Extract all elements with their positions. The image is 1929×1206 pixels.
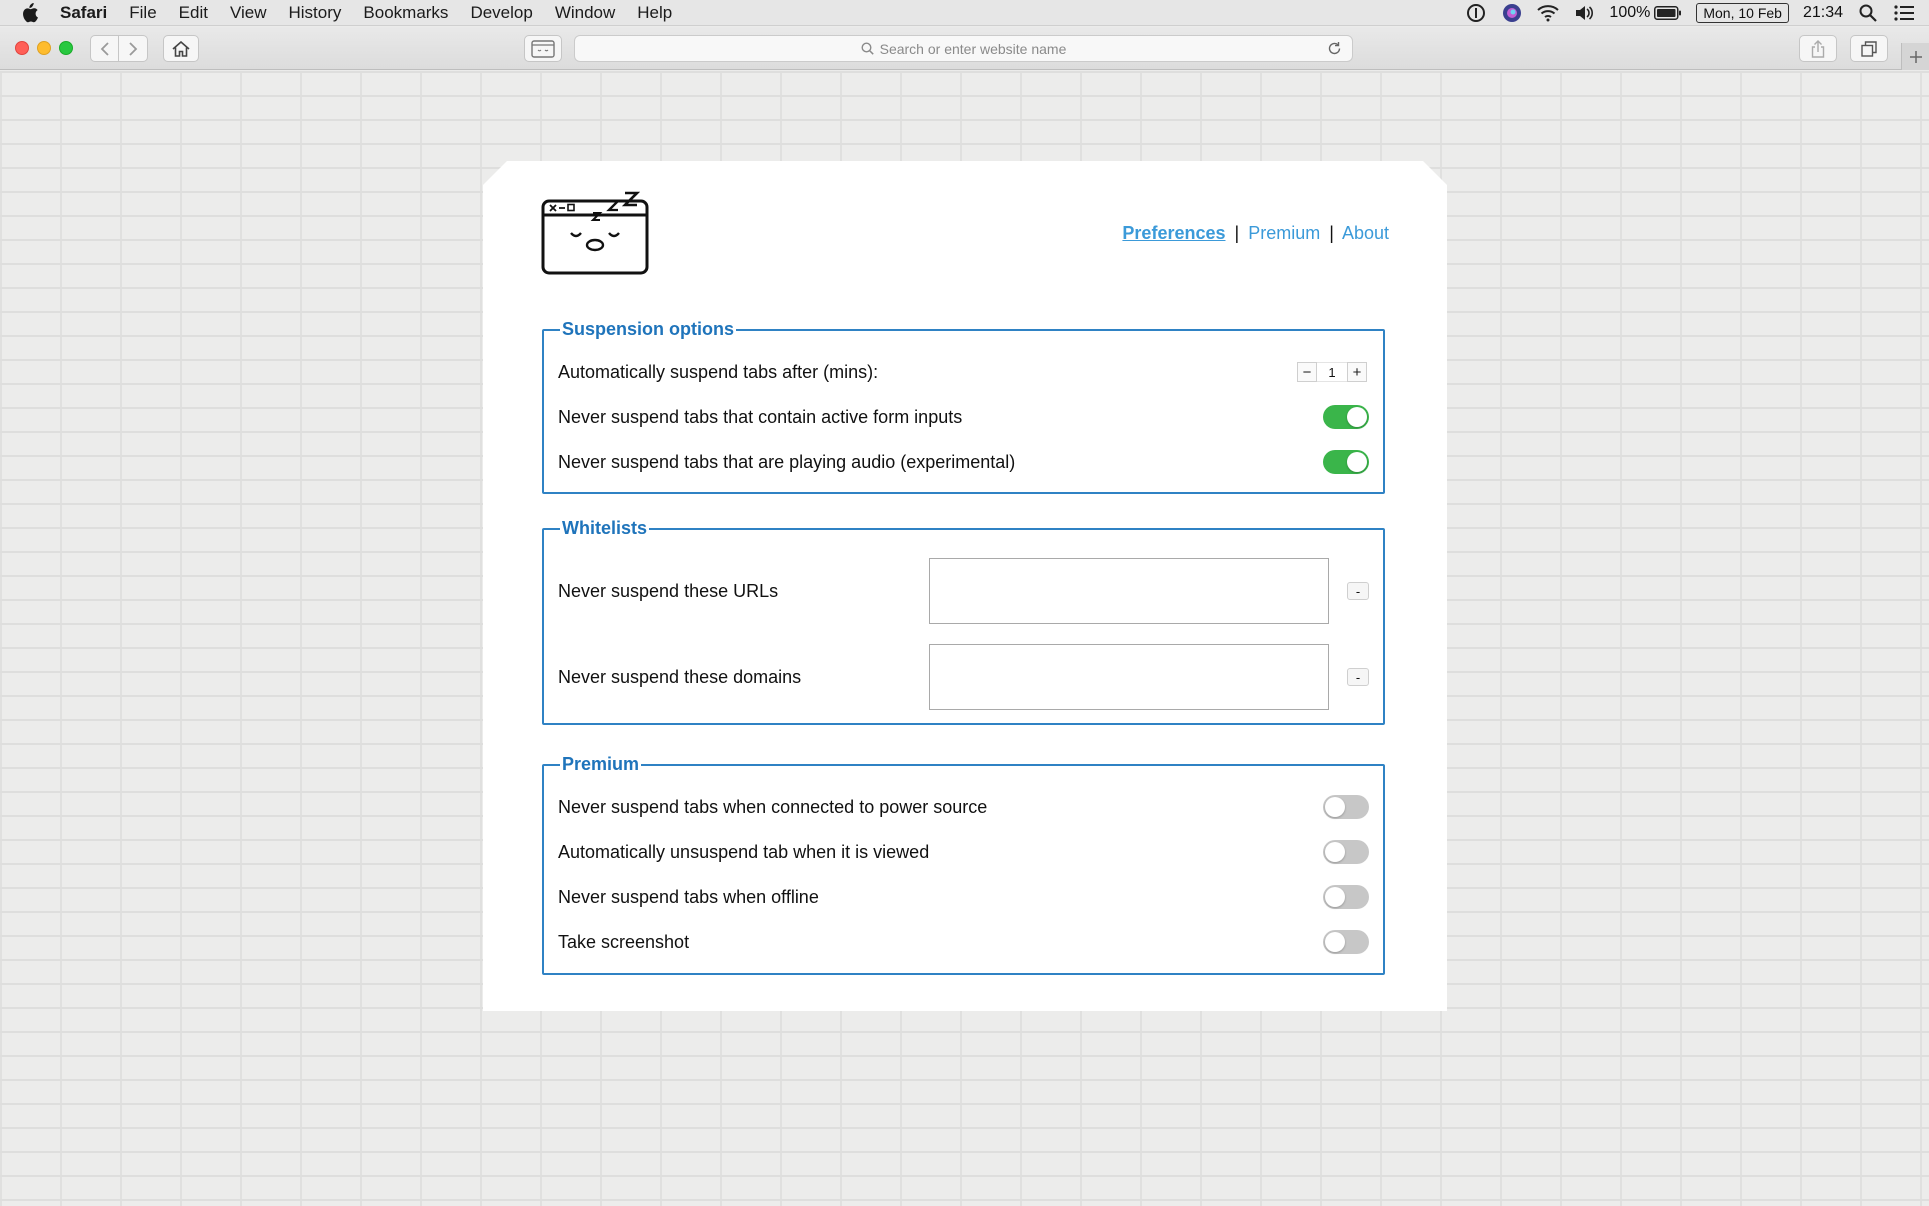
url-whitelist-row: Never suspend these URLs - <box>558 558 1369 624</box>
date-display[interactable]: Mon, 10 Feb <box>1696 3 1789 23</box>
url-whitelist-input[interactable] <box>928 558 1330 624</box>
unsuspend-toggle[interactable] <box>1323 840 1369 864</box>
plus-icon <box>1909 50 1922 63</box>
domain-remove-button[interactable]: - <box>1347 668 1369 686</box>
menu-help[interactable]: Help <box>637 3 672 23</box>
nav-separator: | <box>1234 223 1240 243</box>
show-tabs-button[interactable] <box>1850 35 1888 62</box>
battery-status[interactable]: 100% <box>1609 4 1682 22</box>
url-remove-button[interactable]: - <box>1347 582 1369 600</box>
extension-button[interactable] <box>524 35 562 62</box>
tabs-overview-icon <box>1861 40 1877 57</box>
screenshot-label: Take screenshot <box>558 931 690 952</box>
domain-whitelist-label: Never suspend these domains <box>558 666 802 687</box>
battery-icon <box>1654 6 1682 20</box>
sleeping-tab-logo-icon <box>541 191 649 275</box>
chevron-right-icon <box>129 41 138 56</box>
siri-icon[interactable] <box>1501 2 1523 24</box>
menu-develop[interactable]: Develop <box>470 3 532 23</box>
nav-link-premium[interactable]: Premium <box>1248 223 1320 243</box>
home-button[interactable] <box>163 35 199 62</box>
home-icon <box>172 40 190 57</box>
suspension-options-legend: Suspension options <box>562 319 735 339</box>
onepassword-icon[interactable] <box>1465 2 1487 24</box>
screenshot-toggle[interactable] <box>1323 930 1369 954</box>
power-source-row: Never suspend tabs when connected to pow… <box>558 794 1369 820</box>
wifi-icon[interactable] <box>1537 2 1560 24</box>
whitelists-section: Whitelists Never suspend these URLs - Ne… <box>542 518 1385 725</box>
form-inputs-label: Never suspend tabs that contain active f… <box>558 406 963 427</box>
domain-whitelist-input[interactable] <box>928 644 1330 710</box>
audio-row: Never suspend tabs that are playing audi… <box>558 449 1369 475</box>
offline-label: Never suspend tabs when offline <box>558 886 819 907</box>
settings-card: Preferences | Premium | About Suspension… <box>483 161 1447 1011</box>
menu-window[interactable]: Window <box>555 3 615 23</box>
url-whitelist-label: Never suspend these URLs <box>558 580 779 601</box>
power-source-label: Never suspend tabs when connected to pow… <box>558 796 988 817</box>
reload-icon[interactable] <box>1327 41 1342 59</box>
nav-separator: | <box>1329 223 1334 243</box>
window-close-button[interactable] <box>15 41 29 55</box>
new-tab-button[interactable] <box>1901 43 1929 70</box>
nav-link-about[interactable]: About <box>1342 223 1389 243</box>
search-icon <box>861 42 874 55</box>
premium-legend: Premium <box>562 754 640 774</box>
unsuspend-row: Automatically unsuspend tab when it is v… <box>558 839 1369 865</box>
share-button[interactable] <box>1799 35 1837 62</box>
browser-toolbar: Search or enter website name <box>0 27 1929 70</box>
menu-app-name[interactable]: Safari <box>60 3 107 23</box>
time-display[interactable]: 21:34 <box>1803 4 1843 22</box>
window-maximize-button[interactable] <box>59 41 73 55</box>
menu-view[interactable]: View <box>230 3 267 23</box>
audio-toggle[interactable] <box>1323 450 1369 474</box>
spotlight-search-icon[interactable] <box>1857 2 1879 24</box>
offline-toggle[interactable] <box>1323 885 1369 909</box>
volume-icon[interactable] <box>1573 2 1595 24</box>
menu-file[interactable]: File <box>129 3 156 23</box>
screenshot-row: Take screenshot <box>558 929 1369 955</box>
address-placeholder: Search or enter website name <box>879 40 1067 57</box>
unsuspend-label: Automatically unsuspend tab when it is v… <box>558 841 930 862</box>
premium-section: Premium Never suspend tabs when connecte… <box>542 754 1385 975</box>
battery-percent: 100% <box>1609 4 1651 21</box>
form-inputs-row: Never suspend tabs that contain active f… <box>558 404 1369 430</box>
suspend-after-row: Automatically suspend tabs after (mins):… <box>558 359 1369 385</box>
power-source-toggle[interactable] <box>1323 795 1369 819</box>
form-inputs-toggle[interactable] <box>1323 405 1369 429</box>
menu-edit[interactable]: Edit <box>179 3 208 23</box>
address-bar[interactable]: Search or enter website name <box>574 35 1353 62</box>
header-nav: Preferences | Premium | About <box>1122 223 1389 244</box>
nav-link-preferences[interactable]: Preferences <box>1122 223 1225 243</box>
window-minimize-button[interactable] <box>37 41 51 55</box>
navigation-buttons <box>90 35 148 62</box>
back-button[interactable] <box>90 35 119 62</box>
offline-row: Never suspend tabs when offline <box>558 884 1369 910</box>
menu-history[interactable]: History <box>289 3 342 23</box>
menu-bookmarks[interactable]: Bookmarks <box>363 3 448 23</box>
forward-button[interactable] <box>119 35 148 62</box>
suspension-options-section: Suspension options Automatically suspend… <box>542 319 1385 494</box>
apple-icon[interactable] <box>20 2 42 24</box>
notification-center-icon[interactable] <box>1893 2 1915 24</box>
sleeping-tab-icon <box>531 39 555 58</box>
decrement-button[interactable]: − <box>1297 362 1317 382</box>
menu-bar: Safari File Edit View History Bookmarks … <box>0 0 1929 26</box>
whitelists-legend: Whitelists <box>562 518 648 538</box>
domain-whitelist-row: Never suspend these domains - <box>558 644 1369 710</box>
suspend-minutes-value[interactable]: 1 <box>1317 362 1347 382</box>
share-icon <box>1811 39 1825 58</box>
suspend-after-label: Automatically suspend tabs after (mins): <box>558 361 879 382</box>
increment-button[interactable]: + <box>1347 362 1367 382</box>
audio-label: Never suspend tabs that are playing audi… <box>558 451 1016 472</box>
chevron-left-icon <box>100 41 109 56</box>
suspend-minutes-stepper: − 1 + <box>1297 362 1367 382</box>
